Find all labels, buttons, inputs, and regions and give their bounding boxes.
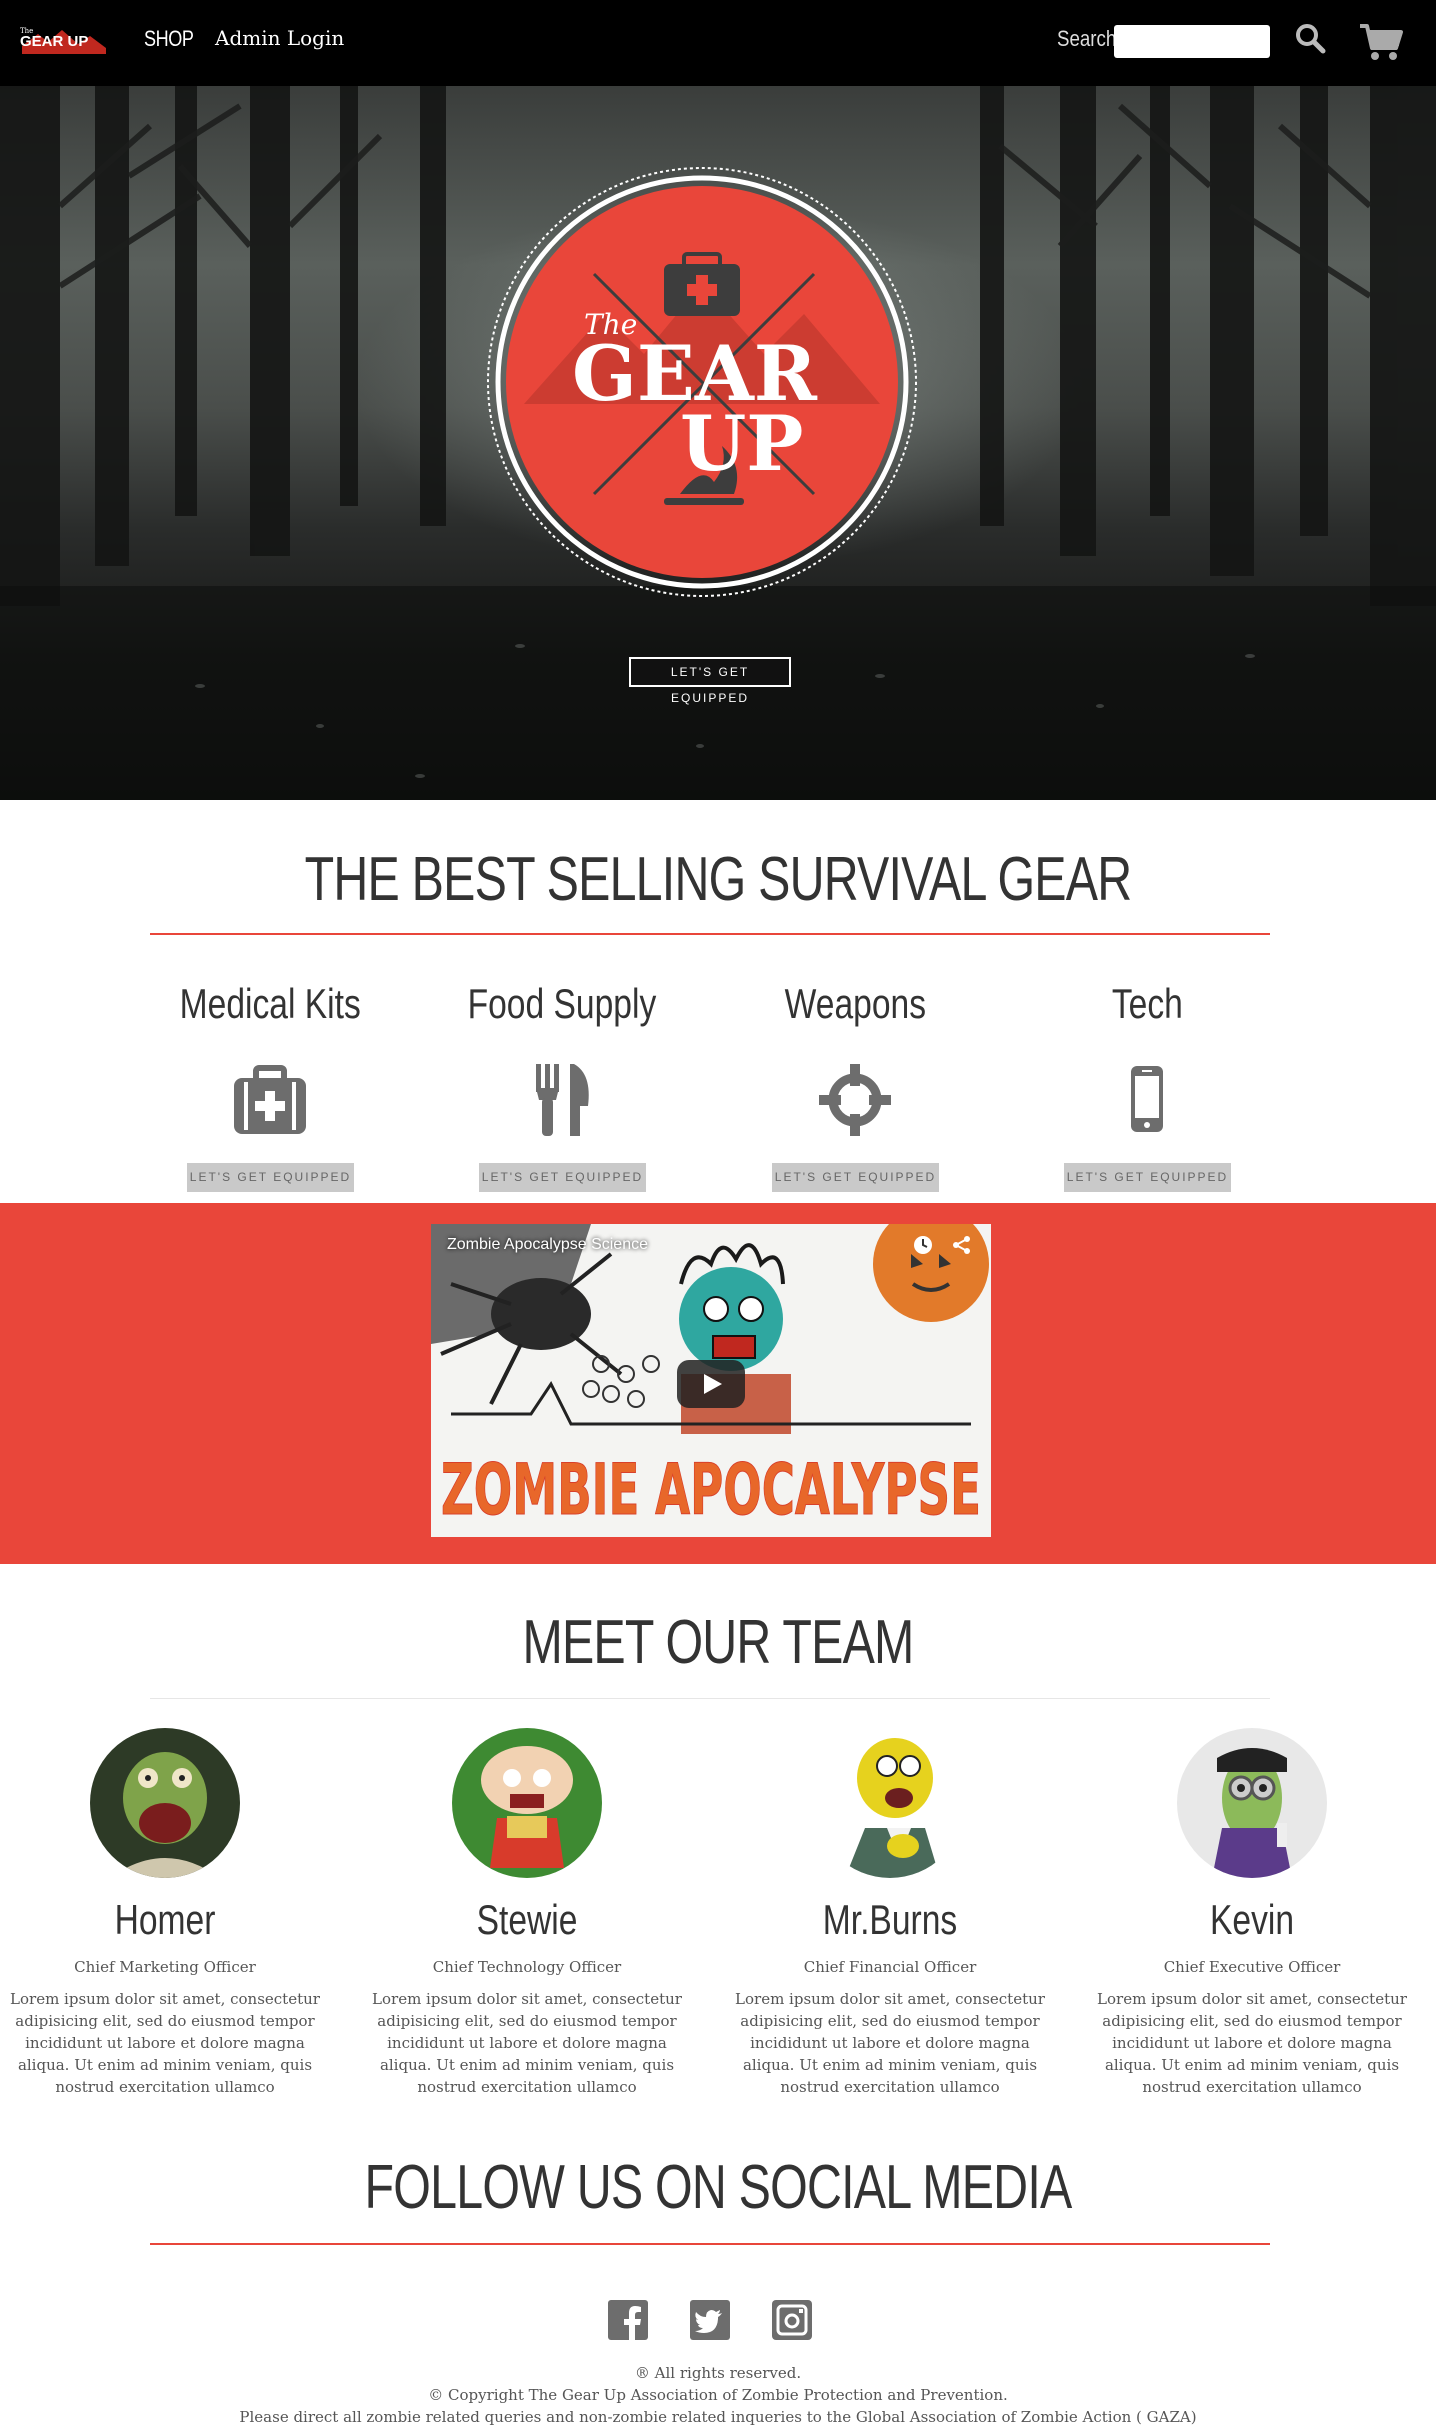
crosshair-icon	[819, 1064, 891, 1136]
social-divider	[150, 2243, 1270, 2245]
video-title[interactable]: Zombie Apocalypse Science	[447, 1236, 648, 1254]
category-food-supply: Food Supply LET'S GET EQUIPPED	[437, 980, 687, 1192]
member-role: Chief Executive Officer	[1163, 1958, 1341, 1976]
emblem-line2: UP	[680, 399, 803, 488]
avatar	[1177, 1728, 1327, 1878]
search-icon[interactable]	[1294, 22, 1326, 54]
best-selling-heading: THE BEST SELLING SURVIVAL GEAR	[304, 845, 1133, 914]
nav-shop-link[interactable]: SHOP	[144, 26, 194, 52]
category-equip-button[interactable]: LET'S GET EQUIPPED	[1064, 1163, 1231, 1192]
avatar	[452, 1728, 602, 1878]
gear-up-emblem: The GEAR UP	[487, 167, 917, 597]
phone-icon	[1131, 1066, 1163, 1132]
team-heading: MEET OUR TEAM	[522, 1608, 914, 1677]
search-label: Search	[1057, 26, 1117, 51]
member-bio: Lorem ipsum dolor sit amet, consectetur …	[372, 1990, 682, 2096]
category-title: Tech	[1111, 980, 1183, 1027]
clock-icon[interactable]	[912, 1234, 934, 1256]
facebook-icon[interactable]	[608, 2300, 648, 2340]
member-role: Chief Financial Officer	[803, 1958, 977, 1976]
category-tech: Tech LET'S GET EQUIPPED	[1022, 980, 1272, 1192]
category-weapons: Weapons LET'S GET EQUIPPED	[730, 980, 980, 1192]
video-player[interactable]: ZOMBIE APOCALYPSE Zombie Apocalypse Scie…	[431, 1224, 991, 1537]
logo-text: GEAR UP	[20, 33, 88, 50]
category-medical-kits: Medical Kits LET'S GET EQUIPPED	[145, 980, 395, 1192]
member-name: Kevin	[1209, 1896, 1295, 1943]
navbar: The GEAR UP SHOP Admin Login Search	[0, 0, 1436, 86]
instagram-icon[interactable]	[772, 2300, 812, 2340]
category-title: Weapons	[784, 980, 926, 1027]
category-title: Food Supply	[467, 980, 657, 1027]
category-equip-button[interactable]: LET'S GET EQUIPPED	[772, 1163, 939, 1192]
member-role: Chief Marketing Officer	[74, 1958, 256, 1976]
hero-banner: The GEAR UP LET'S GET EQUIPPED	[0, 86, 1436, 800]
hero-equip-button[interactable]: LET'S GET EQUIPPED	[629, 657, 791, 705]
member-role: Chief Technology Officer	[432, 1958, 622, 1976]
footer-copyright: © Copyright The Gear Up Association of Z…	[428, 2386, 1008, 2404]
medkit-icon	[234, 1065, 306, 1134]
member-name: Mr.Burns	[822, 1896, 958, 1943]
play-icon[interactable]	[677, 1360, 745, 1408]
footer-rights: ® All rights reserved.	[634, 2364, 802, 2382]
fork-knife-icon	[536, 1064, 589, 1136]
team-divider	[150, 1698, 1270, 1699]
member-name: Stewie	[476, 1896, 578, 1943]
avatar	[815, 1728, 965, 1878]
twitter-icon[interactable]	[690, 2300, 730, 2340]
social-heading: FOLLOW US ON SOCIAL MEDIA	[364, 2153, 1073, 2222]
gear-up-logo[interactable]: The GEAR UP	[18, 24, 110, 56]
best-selling-divider	[150, 933, 1270, 935]
member-bio: Lorem ipsum dolor sit amet, consectetur …	[10, 1990, 320, 2096]
footer-contact: Please direct all zombie related queries…	[239, 2408, 1197, 2426]
member-bio: Lorem ipsum dolor sit amet, consectetur …	[1097, 1990, 1407, 2096]
category-equip-button[interactable]: LET'S GET EQUIPPED	[187, 1163, 354, 1192]
share-icon[interactable]	[951, 1234, 973, 1256]
cart-icon[interactable]	[1358, 22, 1404, 62]
search-input[interactable]	[1114, 25, 1270, 58]
avatar	[90, 1728, 240, 1878]
category-title: Medical Kits	[179, 980, 361, 1027]
video-art-text: ZOMBIE APOCALYPSE	[441, 1449, 981, 1531]
member-name: Homer	[114, 1896, 216, 1943]
nav-admin-login-link[interactable]: Admin Login	[215, 26, 344, 50]
category-equip-button[interactable]: LET'S GET EQUIPPED	[479, 1163, 646, 1192]
member-bio: Lorem ipsum dolor sit amet, consectetur …	[735, 1990, 1045, 2096]
